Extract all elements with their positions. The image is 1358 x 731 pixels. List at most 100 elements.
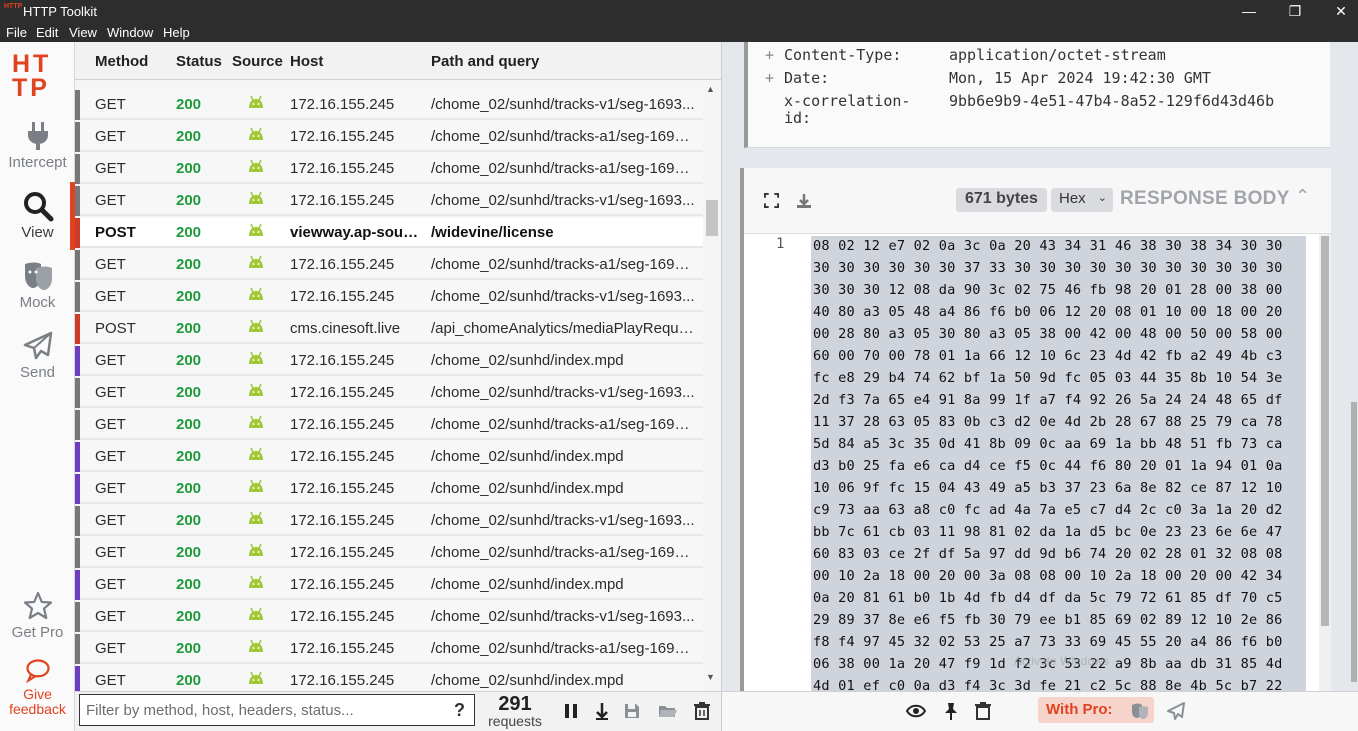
send-icon[interactable]: [1166, 701, 1186, 721]
menu-window[interactable]: Window: [107, 25, 153, 40]
pin-icon[interactable]: [941, 701, 961, 721]
table-row[interactable]: GET 200 172.16.155.245/chome_02/sunhd/trac…: [75, 186, 703, 216]
table-row[interactable]: GET 200 172.16.155.245/chome_02/sunhd/trac…: [75, 506, 703, 536]
minimize-button[interactable]: —: [1226, 1, 1272, 22]
sidebar-item-intercept[interactable]: Intercept: [0, 120, 75, 171]
row-method: GET: [95, 448, 126, 465]
row-host: 172.16.155.245: [290, 96, 395, 113]
expand-icon[interactable]: [764, 193, 779, 208]
save-icon[interactable]: [622, 701, 642, 721]
hex-editor[interactable]: 1 08 02 12 e7 02 0a 3c 0a 20 43 34 31 46…: [744, 234, 1331, 691]
row-host: 172.16.155.245: [290, 416, 395, 433]
column-header-source[interactable]: Source: [232, 53, 283, 70]
row-host: 172.16.155.245: [290, 576, 395, 593]
table-row[interactable]: GET 200 172.16.155.245/chome_02/sunhd/inde…: [75, 442, 703, 472]
table-row[interactable]: GET 200 172.16.155.245/chome_02/sunhd/trac…: [75, 378, 703, 408]
table-row[interactable]: POST 200 cms.cinesoft.live/api_chomeAnalyt…: [75, 314, 703, 344]
sidebar-item-mock[interactable]: Mock: [0, 260, 75, 311]
table-row[interactable]: GET 200 172.16.155.245/chome_02/sunhd/trac…: [75, 90, 703, 120]
table-row[interactable]: POST 200 viewway.ap-south... /widevine/lice…: [75, 218, 703, 248]
give-feedback-button[interactable]: Give feedback: [0, 657, 75, 717]
app-logo-icon: HTTP: [4, 3, 23, 10]
close-button[interactable]: ✕: [1318, 1, 1358, 22]
scroll-down-icon[interactable]: ▼: [706, 672, 715, 682]
column-header-path[interactable]: Path and query: [431, 53, 539, 70]
scroll-up-icon[interactable]: ▲: [706, 84, 715, 94]
hex-line: 29 89 37 8e e6 f5 fb 30 79 ee b1 85 69 0…: [813, 612, 1283, 628]
table-row[interactable]: GET 200 172.16.155.245/chome_02/sunhd/trac…: [75, 410, 703, 440]
row-category-marker: [75, 570, 80, 600]
header-key-continued: id:: [784, 109, 812, 127]
scrollbar-thumb[interactable]: [1321, 236, 1329, 626]
request-count: 291 requests: [485, 694, 545, 728]
sidebar-item-send[interactable]: Send: [0, 330, 75, 381]
hex-editor-scrollbar[interactable]: [1319, 234, 1331, 691]
row-path: /chome_02/sunhd/tracks-v1/seg-1693...: [431, 192, 695, 209]
row-category-marker: [75, 474, 80, 504]
menu-file[interactable]: File: [6, 25, 27, 40]
row-method: GET: [95, 672, 126, 689]
row-method: GET: [95, 576, 126, 593]
menu-view[interactable]: View: [69, 25, 97, 40]
column-header-method[interactable]: Method: [95, 53, 148, 70]
scroll-to-end-icon[interactable]: [592, 701, 612, 721]
row-path: /widevine/license: [431, 224, 554, 241]
android-icon: [247, 255, 265, 269]
get-pro-button[interactable]: Get Pro: [0, 590, 75, 641]
request-list-scrollbar[interactable]: ▲ ▼: [705, 84, 719, 684]
table-row[interactable]: GET 200 172.16.155.245/chome_02/sunhd/trac…: [75, 122, 703, 152]
table-row[interactable]: GET 200 172.16.155.245/chome_02/sunhd/trac…: [75, 634, 703, 664]
hex-content-selection[interactable]: 08 02 12 e7 02 0a 3c 0a 20 43 34 31 46 3…: [811, 236, 1306, 691]
table-row[interactable]: GET 200 172.16.155.245/chome_02/sunhd/inde…: [75, 474, 703, 504]
scrollbar-thumb[interactable]: [1351, 402, 1357, 682]
sidebar-item-view[interactable]: View: [0, 182, 75, 250]
scrollbar-thumb[interactable]: [706, 200, 718, 236]
row-status: 200: [176, 480, 202, 497]
expand-header-icon[interactable]: +: [765, 69, 774, 87]
trash-icon[interactable]: [692, 701, 712, 721]
hex-line: f8 f4 97 45 32 02 53 25 a7 73 33 69 45 5…: [813, 634, 1283, 650]
row-host: 172.16.155.245: [290, 640, 395, 657]
open-folder-icon[interactable]: [658, 701, 678, 721]
row-host: 172.16.155.245: [290, 128, 395, 145]
pause-icon[interactable]: [561, 701, 581, 721]
eye-icon[interactable]: [906, 701, 926, 721]
android-icon: [247, 415, 265, 429]
filter-input[interactable]: Filter by method, host, headers, status.…: [79, 694, 475, 726]
menu-help[interactable]: Help: [163, 25, 190, 40]
row-status: 200: [176, 544, 202, 561]
table-row[interactable]: GET 200 172.16.155.245/chome_02/sunhd/trac…: [75, 538, 703, 568]
menu-bar: File Edit View Window Help: [0, 23, 1358, 42]
row-path: /chome_02/sunhd/index.mpd: [431, 576, 624, 593]
column-header-status[interactable]: Status: [176, 53, 222, 70]
column-header-host[interactable]: Host: [290, 53, 323, 70]
filter-help-icon[interactable]: ?: [454, 700, 465, 721]
header-key: Date:: [784, 69, 830, 87]
collapse-chevron-up-icon[interactable]: ⌃: [1295, 186, 1310, 207]
expand-header-icon[interactable]: +: [765, 46, 774, 64]
star-icon: [23, 591, 52, 620]
row-category-marker: [75, 122, 80, 152]
row-category-marker: [75, 250, 80, 280]
table-row[interactable]: GET 200 172.16.155.245/chome_02/sunhd/trac…: [75, 154, 703, 184]
row-host: 172.16.155.245: [290, 288, 395, 305]
table-row[interactable]: GET 200 172.16.155.245/chome_02/sunhd/inde…: [75, 570, 703, 600]
detail-pane-scrollbar[interactable]: [1349, 42, 1358, 691]
restore-button[interactable]: ❐: [1272, 1, 1318, 22]
row-method: GET: [95, 544, 126, 561]
menu-edit[interactable]: Edit: [36, 25, 58, 40]
table-row[interactable]: GET 200 172.16.155.245/chome_02/sunhd/trac…: [75, 282, 703, 312]
download-icon[interactable]: [796, 193, 812, 209]
mock-masks-icon[interactable]: [1130, 701, 1150, 721]
plug-icon: [27, 122, 48, 150]
sidebar-item-label: Mock: [19, 294, 56, 311]
sidebar-item-label: Intercept: [8, 154, 67, 171]
table-row[interactable]: GET 200 172.16.155.245/chome_02/sunhd/trac…: [75, 250, 703, 280]
row-category-marker: [75, 538, 80, 568]
delete-icon[interactable]: [973, 701, 993, 721]
row-host: 172.16.155.245: [290, 384, 395, 401]
row-category-marker: [75, 154, 80, 184]
table-row[interactable]: GET 200 172.16.155.245/chome_02/sunhd/trac…: [75, 602, 703, 632]
body-format-select[interactable]: Hex ⌄: [1051, 188, 1113, 212]
table-row[interactable]: GET 200 172.16.155.245/chome_02/sunhd/inde…: [75, 346, 703, 376]
